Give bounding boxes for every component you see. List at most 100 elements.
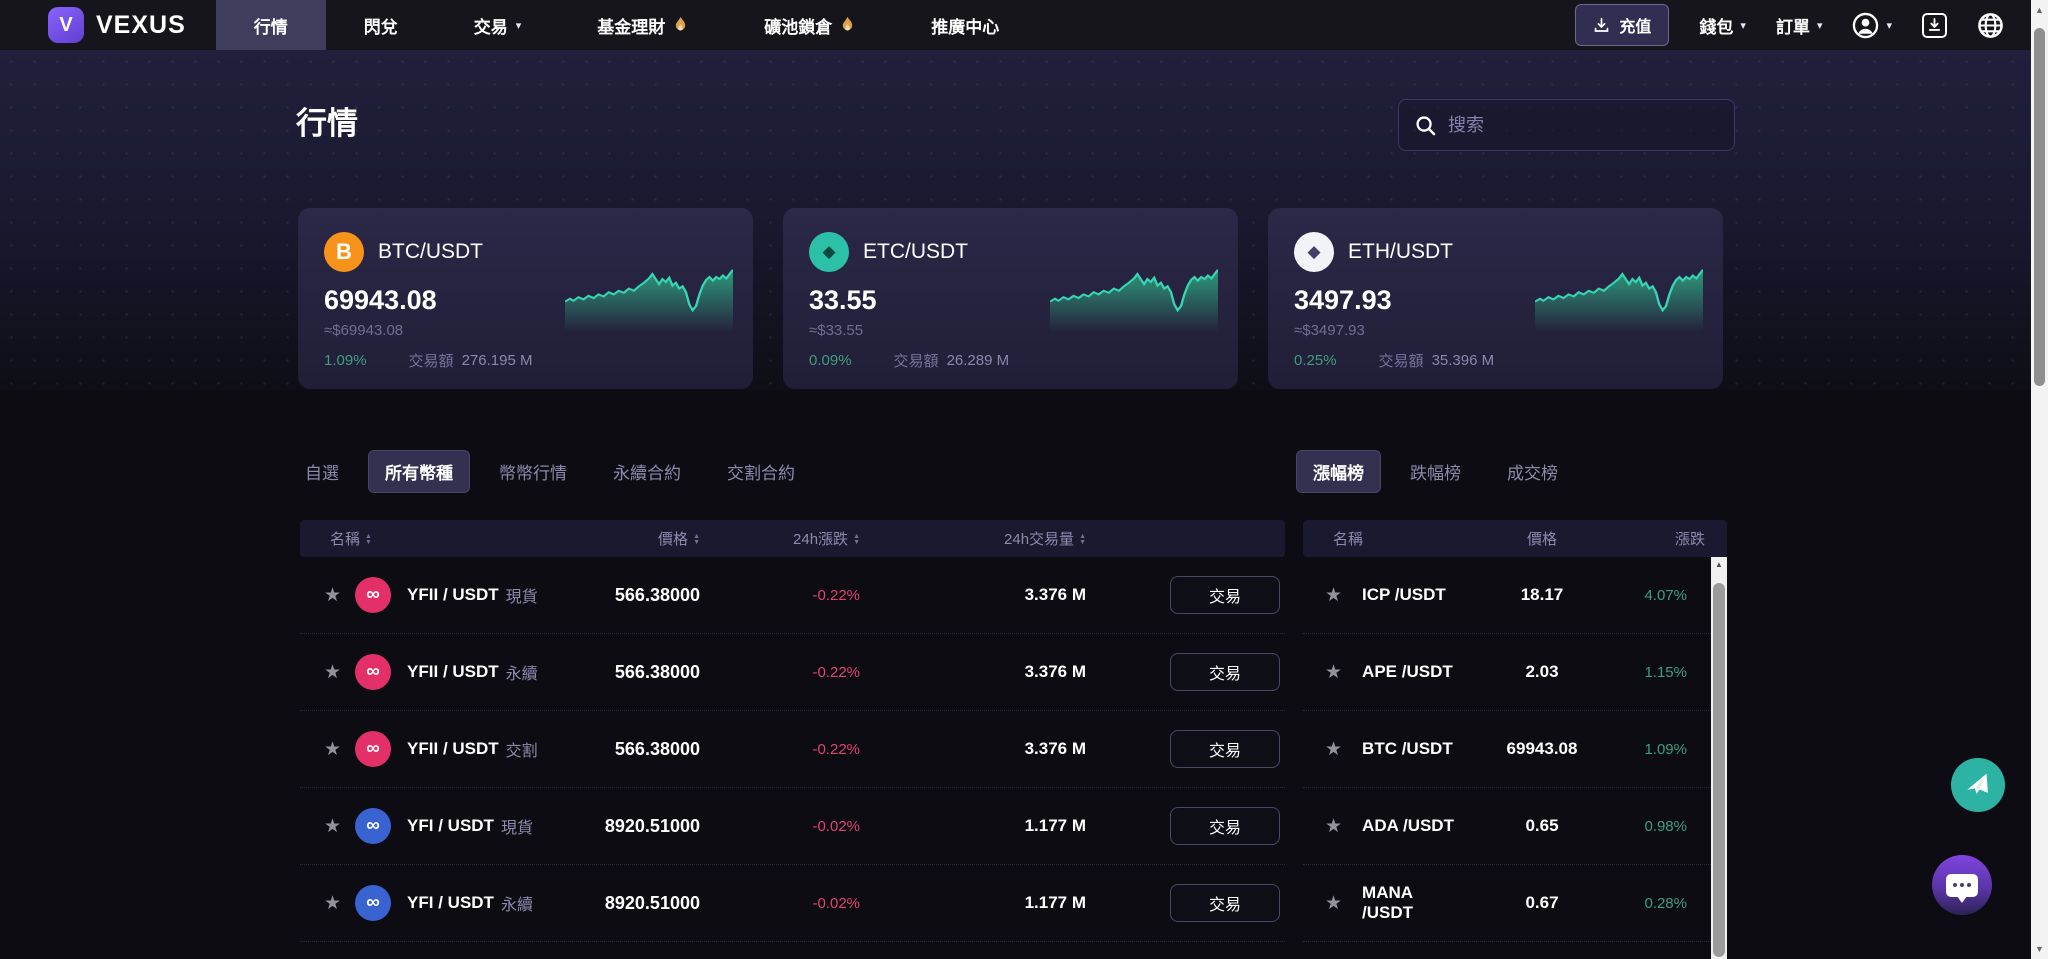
tab-delivery[interactable]: 交割合約 xyxy=(710,450,812,493)
scrollbar-thumb[interactable] xyxy=(1713,583,1725,957)
tab-losers[interactable]: 跌幅榜 xyxy=(1393,450,1478,493)
favorite-star-icon[interactable]: ★ xyxy=(324,892,341,915)
orders-label: 訂單 xyxy=(1776,13,1810,38)
yfii-coin-icon: ∞ xyxy=(355,654,391,690)
market-type-label: 現貨 xyxy=(506,583,538,607)
pair-label: YFII / USDT xyxy=(407,739,499,759)
brand[interactable]: V VEXUS xyxy=(0,0,216,50)
pair-label: YFII / USDT xyxy=(407,585,499,605)
tab-spot-markets[interactable]: 幣幣行情 xyxy=(482,450,584,493)
scrollbar-thumb[interactable] xyxy=(2034,28,2045,386)
table-row[interactable]: ★ ∞ YFII / USDT 現貨 566.38000 -0.22% 3.37… xyxy=(300,557,1285,634)
trade-button[interactable]: 交易 xyxy=(1170,730,1280,768)
favorite-star-icon[interactable]: ★ xyxy=(1325,892,1342,915)
header-name[interactable]: 名稱▲▼ xyxy=(300,528,568,549)
ticker-card-btc[interactable]: B BTC/USDT 69943.08 ≈$69943.08 1.09% 交易額… xyxy=(298,208,753,389)
nav-label: 推廣中心 xyxy=(931,13,999,38)
pair-label: APE /USDT xyxy=(1362,662,1453,682)
deposit-button[interactable]: 充值 xyxy=(1575,4,1669,46)
table-row[interactable]: ★ ∞ YFII / USDT 交割 566.38000 -0.22% 3.37… xyxy=(300,711,1285,788)
scroll-up-icon[interactable]: ▲ xyxy=(1711,560,1727,569)
header-name: 名稱 xyxy=(1303,528,1467,549)
search-icon xyxy=(1415,115,1436,136)
account-menu[interactable]: ▾ xyxy=(1852,12,1892,39)
eth-coin-icon: ◆ xyxy=(1294,232,1334,272)
tab-perpetual[interactable]: 永續合約 xyxy=(596,450,698,493)
brand-name: VEXUS xyxy=(96,11,186,40)
app-download-button[interactable] xyxy=(1922,13,1947,38)
pair-label: BTC /USDT xyxy=(1362,739,1453,759)
favorite-star-icon[interactable]: ★ xyxy=(1325,815,1342,838)
wallet-menu[interactable]: 錢包 ▾ xyxy=(1699,13,1746,38)
nav-label: 礦池鎖倉 xyxy=(764,13,832,38)
list-item[interactable]: ★ ICP /USDT 18.17 4.07% xyxy=(1303,557,1727,634)
card-volume: 35.396 M xyxy=(1432,352,1495,369)
list-item[interactable]: ★ APE /USDT 2.03 1.15% xyxy=(1303,634,1727,711)
header-24h-volume[interactable]: 24h交易量▲▼ xyxy=(860,528,1086,549)
price-value: 0.65 xyxy=(1467,816,1617,836)
pair-label: ICP /USDT xyxy=(1362,585,1446,605)
tab-favorites[interactable]: 自選 xyxy=(288,450,356,493)
trade-button[interactable]: 交易 xyxy=(1170,653,1280,691)
trade-button[interactable]: 交易 xyxy=(1170,884,1280,922)
language-button[interactable] xyxy=(1977,12,2004,39)
chat-bubble-icon xyxy=(1946,874,1978,897)
scroll-up-icon[interactable]: ▲ xyxy=(2031,5,2048,15)
vexus-logo-icon: V xyxy=(48,7,84,43)
table-row[interactable]: ★ ∞ YFI / USDT 永續 8920.51000 -0.02% 1.17… xyxy=(300,865,1285,942)
table-row[interactable]: ★ ∞ YFI / USDT 現貨 8920.51000 -0.02% 1.17… xyxy=(300,788,1285,865)
search-input[interactable] xyxy=(1448,115,1718,136)
sort-icon: ▲▼ xyxy=(1079,534,1086,546)
ticker-card-eth[interactable]: ◆ ETH/USDT 3497.93 ≈$3497.93 0.25% 交易額 3… xyxy=(1268,208,1723,389)
card-pair: BTC/USDT xyxy=(378,240,483,264)
price-value: 69943.08 xyxy=(1467,739,1617,759)
volume-value: 1.177 M xyxy=(860,816,1086,836)
tab-gainers[interactable]: 漲幅榜 xyxy=(1296,450,1381,493)
scroll-down-icon[interactable]: ▼ xyxy=(2031,944,2048,954)
nav-item-markets[interactable]: 行情 xyxy=(216,0,326,50)
favorite-star-icon[interactable]: ★ xyxy=(324,584,341,607)
nav-item-funds[interactable]: 基金理財 xyxy=(559,0,726,50)
nav-item-referral[interactable]: 推廣中心 xyxy=(893,0,1037,50)
tab-volume-leaders[interactable]: 成交榜 xyxy=(1490,450,1575,493)
favorite-star-icon[interactable]: ★ xyxy=(324,661,341,684)
favorite-star-icon[interactable]: ★ xyxy=(1325,738,1342,761)
price-value: 8920.51000 xyxy=(568,893,700,914)
market-table-header: 名稱▲▼ 價格▲▼ 24h漲跌▲▼ 24h交易量▲▼ xyxy=(300,520,1285,557)
nav-item-mining-pool[interactable]: 礦池鎖倉 xyxy=(726,0,893,50)
list-item[interactable]: ★ ADA /USDT 0.65 0.98% xyxy=(1303,788,1727,865)
favorite-star-icon[interactable]: ★ xyxy=(324,738,341,761)
orders-menu[interactable]: 訂單 ▾ xyxy=(1776,13,1823,38)
sparkline-chart xyxy=(565,254,733,332)
nav-label: 基金理財 xyxy=(597,13,665,38)
gainers-panel: 名稱 價格 漲跌 ★ ICP /USDT 18.17 4.07% ★ APE /… xyxy=(1303,520,1727,942)
nav-label: 交易 xyxy=(474,13,508,38)
list-item[interactable]: ★ MANA /USDT 0.67 0.28% xyxy=(1303,865,1727,942)
list-item[interactable]: ★ BTC /USDT 69943.08 1.09% xyxy=(1303,711,1727,788)
trade-button[interactable]: 交易 xyxy=(1170,576,1280,614)
chevron-down-icon: ▾ xyxy=(1886,19,1892,32)
yfii-coin-icon: ∞ xyxy=(355,577,391,613)
fire-icon xyxy=(840,16,855,34)
search-box[interactable] xyxy=(1398,99,1735,151)
table-row[interactable]: ★ ∞ YFII / USDT 永續 566.38000 -0.22% 3.37… xyxy=(300,634,1285,711)
price-value: 0.67 xyxy=(1467,893,1617,913)
user-avatar-icon xyxy=(1852,12,1879,39)
header-price[interactable]: 價格▲▼ xyxy=(568,528,700,549)
card-change: 0.09% xyxy=(809,352,852,369)
chat-button[interactable] xyxy=(1932,855,1992,915)
favorite-star-icon[interactable]: ★ xyxy=(1325,584,1342,607)
telegram-icon xyxy=(1960,767,1995,802)
tab-all-coins[interactable]: 所有幣種 xyxy=(368,450,470,493)
etc-coin-icon: ◆ xyxy=(809,232,849,272)
telegram-button[interactable] xyxy=(1951,758,2005,812)
ticker-card-etc[interactable]: ◆ ETC/USDT 33.55 ≈$33.55 0.09% 交易額 26.28… xyxy=(783,208,1238,389)
favorite-star-icon[interactable]: ★ xyxy=(324,815,341,838)
trade-button[interactable]: 交易 xyxy=(1170,807,1280,845)
gainers-scrollbar[interactable]: ▲ xyxy=(1711,557,1727,959)
nav-item-flash-swap[interactable]: 閃兌 xyxy=(326,0,436,50)
page-scrollbar[interactable]: ▲ ▼ xyxy=(2031,0,2048,959)
header-24h-change[interactable]: 24h漲跌▲▼ xyxy=(700,528,860,549)
favorite-star-icon[interactable]: ★ xyxy=(1325,661,1342,684)
nav-item-trade[interactable]: 交易 ▾ xyxy=(436,0,560,50)
